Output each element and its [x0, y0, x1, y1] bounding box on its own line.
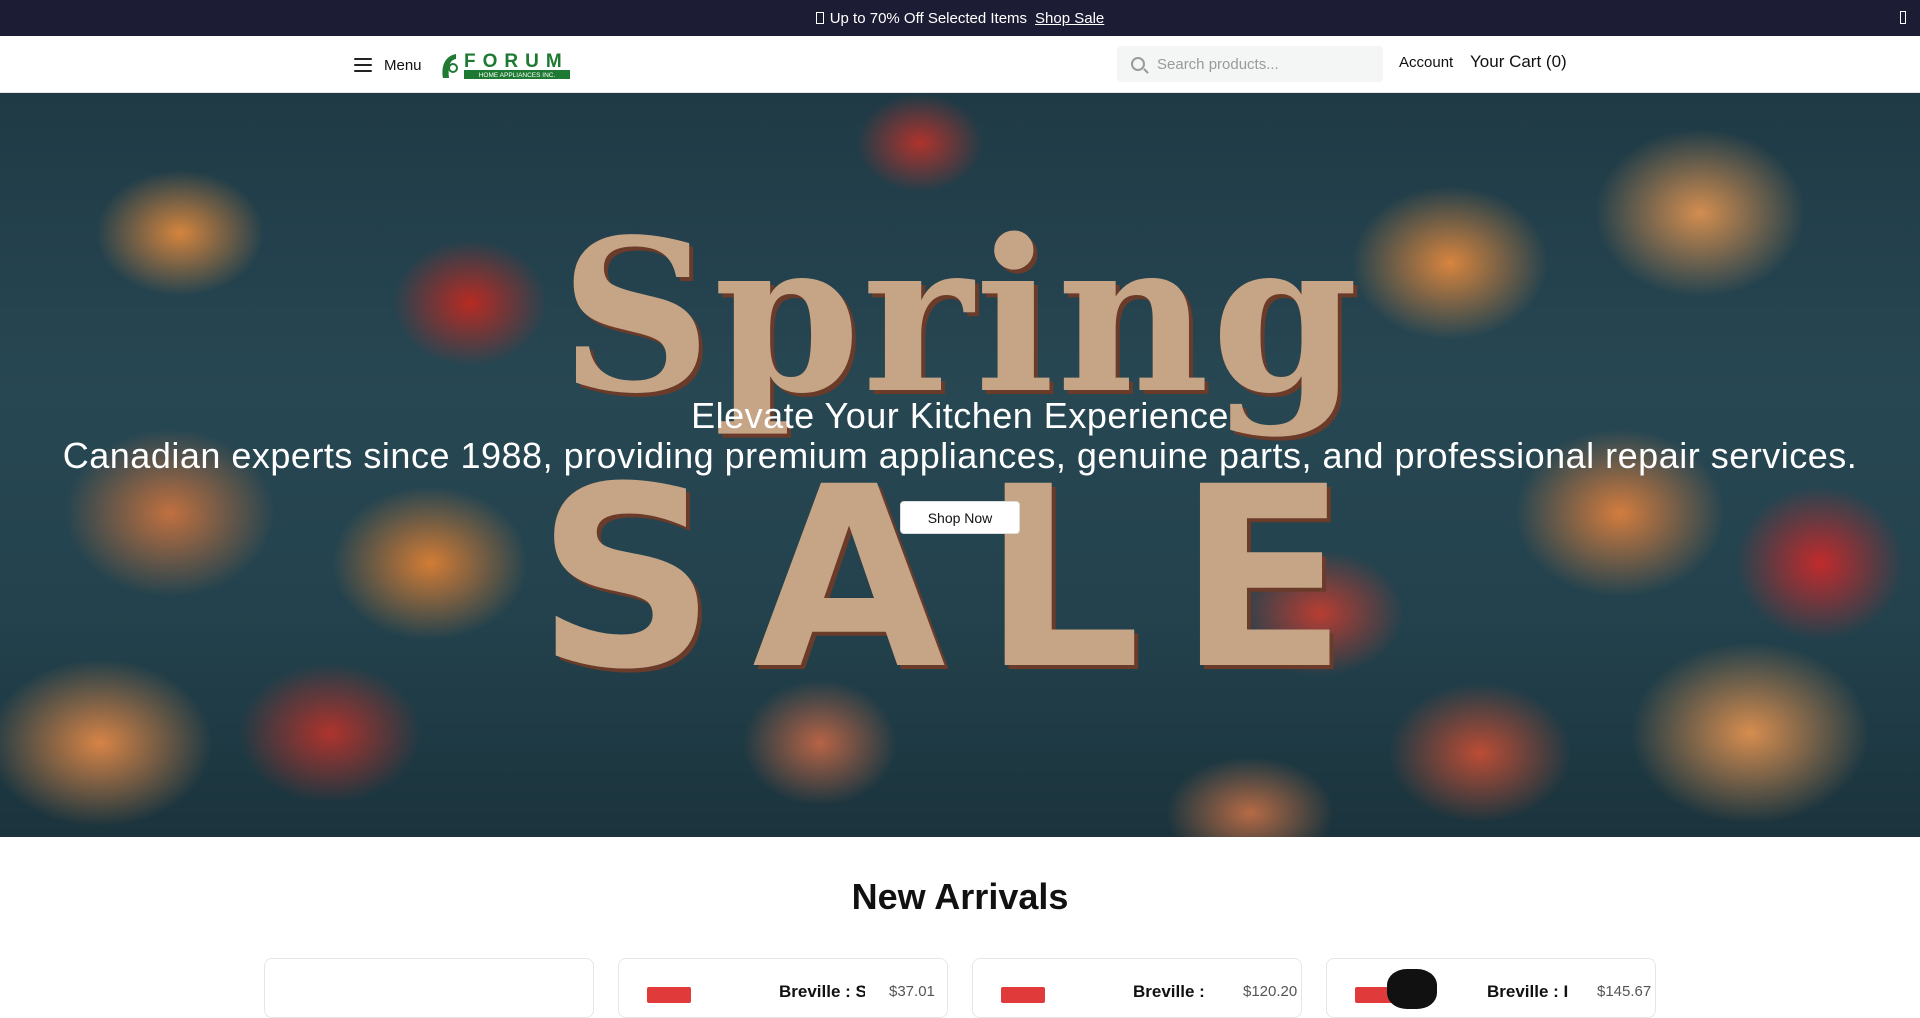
product-price: $145.67 — [1597, 983, 1652, 1000]
menu-button[interactable]: Menu — [354, 52, 422, 78]
close-icon[interactable] — [1900, 11, 1906, 24]
hero-subtitle: Canadian experts since 1988, providing p… — [62, 435, 1858, 476]
product-name: Breville : S — [779, 982, 865, 1001]
cart-link[interactable]: Your Cart (0) — [1470, 52, 1567, 72]
product-price: $37.01 — [889, 983, 935, 1000]
menu-label: Menu — [384, 56, 422, 74]
announcement-message: Up to 70% Off Selected Items — [829, 9, 1028, 27]
product-name: Breville : — [1133, 982, 1205, 1001]
logo-text: FORUM — [464, 51, 569, 72]
hamburger-icon — [354, 58, 372, 72]
shop-sale-link[interactable]: Shop Sale — [1035, 10, 1104, 27]
product-card[interactable] — [264, 958, 594, 1018]
shop-now-button[interactable]: Shop Now — [900, 501, 1020, 534]
account-link[interactable]: Account — [1399, 54, 1453, 71]
tag-icon — [815, 12, 824, 24]
hero-banner: Spring SALE Elevate Your Kitchen Experie… — [0, 93, 1920, 837]
product-price: $120.20 — [1243, 983, 1298, 1000]
sale-badge — [647, 987, 691, 1003]
product-image[interactable] — [1387, 969, 1437, 1009]
sale-badge — [1001, 987, 1045, 1003]
search-input[interactable] — [1157, 55, 1357, 73]
product-name: Breville : I — [1487, 982, 1569, 1001]
product-card[interactable]: Breville : I $145.67 — [1326, 958, 1656, 1018]
search-icon — [1131, 57, 1145, 71]
product-grid: Breville : S $37.01 Breville : $120.20 B… — [264, 958, 1656, 1018]
product-card[interactable]: Breville : $120.20 — [972, 958, 1302, 1018]
product-card[interactable]: Breville : S $37.01 — [618, 958, 948, 1018]
announcement-bar: Up to 70% Off Selected Items Shop Sale — [0, 0, 1920, 36]
hero-title: Elevate Your Kitchen Experience — [691, 395, 1229, 436]
search-bar — [1117, 46, 1383, 82]
forum-logo[interactable]: FORUM HOME APPLIANCES INC. — [440, 50, 572, 80]
logo-subtext: HOME APPLIANCES INC. — [479, 72, 556, 79]
new-arrivals-title: New Arrivals — [851, 876, 1069, 917]
site-header: Menu FORUM HOME APPLIANCES INC. Account … — [0, 36, 1920, 93]
